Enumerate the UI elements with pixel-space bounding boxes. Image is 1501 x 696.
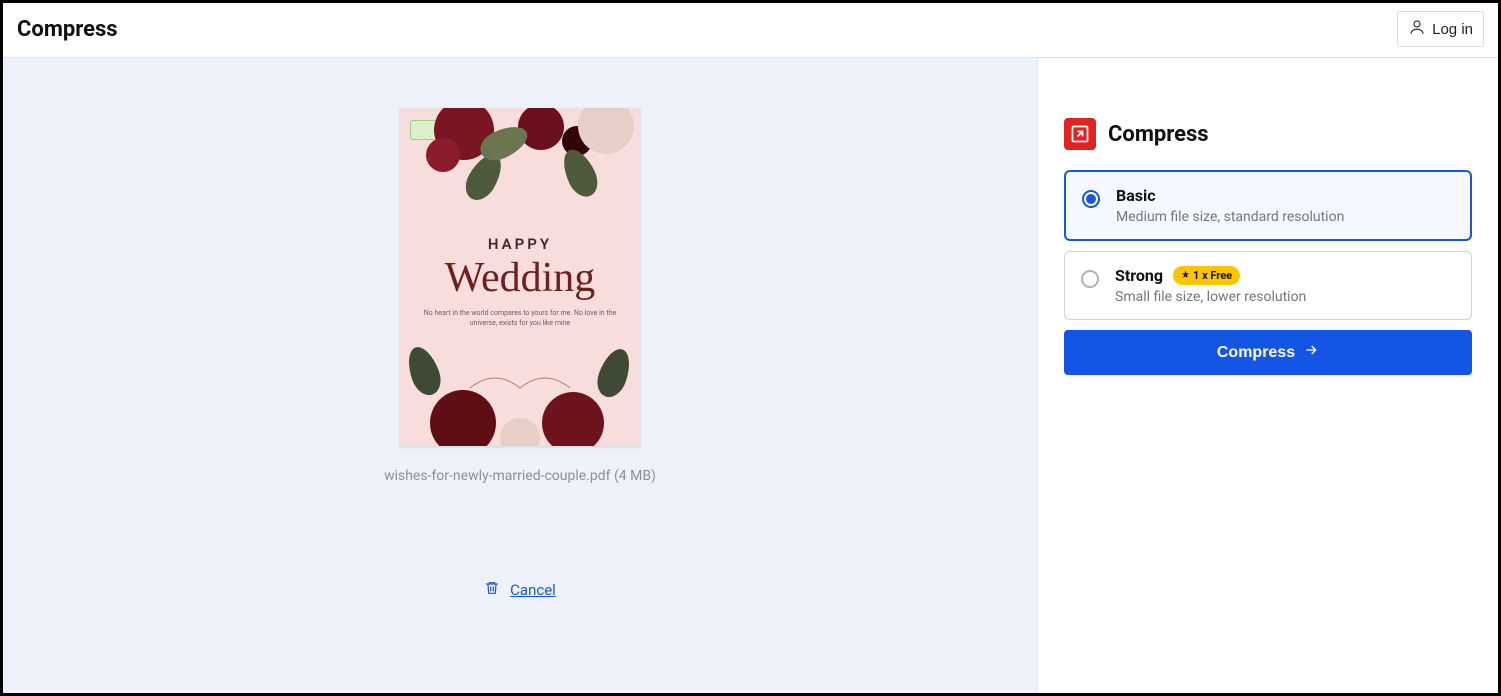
cancel-label: Cancel [510, 581, 556, 599]
flower-decoration [542, 392, 604, 446]
laurel-decoration [465, 368, 575, 394]
compress-icon [1064, 118, 1096, 150]
compress-option-basic[interactable]: Basic Medium file size, standard resolut… [1064, 170, 1472, 241]
file-name-label: wishes-for-newly-married-couple.pdf (4 M… [384, 468, 656, 484]
compress-option-strong[interactable]: Strong 1 x Free Small file size, lower r… [1064, 251, 1472, 320]
main-area: HAPPY Wedding No heart in the world comp… [3, 58, 1498, 693]
radio-icon [1082, 190, 1100, 208]
document-thumbnail[interactable]: HAPPY Wedding No heart in the world comp… [400, 108, 640, 446]
options-panel: Compress Basic Medium file size, standar… [1038, 58, 1498, 693]
panel-title: Compress [1108, 122, 1209, 147]
option-name: Basic [1116, 186, 1156, 205]
preview-panel: HAPPY Wedding No heart in the world comp… [3, 58, 1038, 693]
option-name: Strong [1115, 266, 1163, 285]
radio-icon [1081, 270, 1099, 288]
card-subtext: No heart in the world compares to yours … [414, 309, 626, 329]
option-description: Small file size, lower resolution [1115, 289, 1306, 305]
cta-label: Compress [1217, 344, 1295, 362]
login-button[interactable]: Log in [1397, 11, 1484, 47]
card-heading-1: HAPPY [488, 235, 552, 253]
free-badge: 1 x Free [1173, 266, 1240, 285]
user-icon [1408, 18, 1426, 40]
login-label: Log in [1432, 21, 1473, 38]
option-description: Medium file size, standard resolution [1116, 209, 1344, 225]
compress-button[interactable]: Compress [1064, 330, 1472, 375]
star-icon [1181, 269, 1190, 282]
badge-text: 1 x Free [1193, 269, 1232, 282]
arrow-right-icon [1303, 342, 1319, 363]
panel-header: Compress [1064, 118, 1472, 150]
app-header: Compress Log in [3, 3, 1498, 58]
trash-icon [484, 580, 500, 600]
cancel-button[interactable]: Cancel [484, 580, 556, 600]
page-title: Compress [17, 17, 118, 42]
card-heading-2: Wedding [445, 257, 596, 299]
